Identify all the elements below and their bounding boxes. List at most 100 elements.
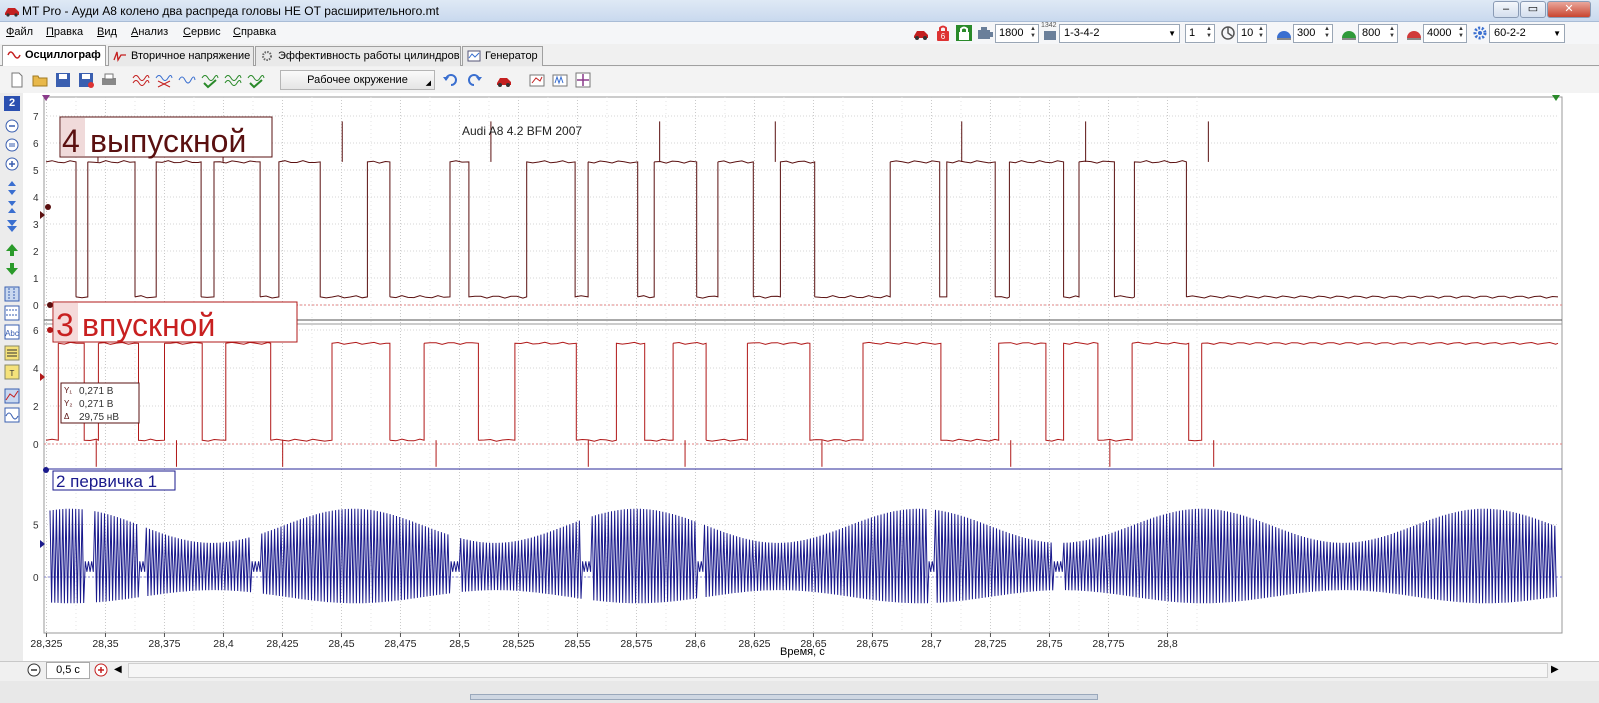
- car-profile-icon[interactable]: [495, 71, 513, 89]
- lock-red-icon[interactable]: 6: [934, 24, 952, 42]
- cylinder-spinner[interactable]: 1 ▲ ▼: [1185, 24, 1215, 43]
- environment-dropdown[interactable]: Рабочее окружение ◢: [280, 70, 435, 90]
- arrow-up-icon[interactable]: [4, 242, 20, 258]
- menu-view[interactable]: Вид: [97, 26, 117, 38]
- x-tick-label: 28,375: [148, 638, 180, 650]
- stretch-vertical-icon[interactable]: [4, 180, 20, 196]
- timebase-plus-icon[interactable]: [94, 663, 108, 677]
- timebase-minus-icon[interactable]: [27, 663, 41, 677]
- engine-rpm-icon: [978, 27, 993, 39]
- cursor-y1-value: 0,271 В: [79, 386, 114, 397]
- param-10-spinner[interactable]: 10 ▲ ▼: [1237, 24, 1267, 43]
- channel1-digit: 4: [62, 123, 80, 159]
- tab-secondary-voltage[interactable]: Вторичное напряжение: [108, 46, 254, 66]
- zoom-in-icon[interactable]: [4, 156, 20, 172]
- channel-wave-2-icon[interactable]: [155, 71, 173, 89]
- spinner-arrows-icon[interactable]: ▲ ▼: [1457, 26, 1465, 41]
- spinner-arrows-icon[interactable]: ▲ ▼: [1323, 26, 1331, 41]
- channel1-zero-marker[interactable]: [47, 302, 53, 308]
- timebase-value[interactable]: 0,5 с: [46, 662, 90, 679]
- gear-icon[interactable]: [1471, 24, 1489, 42]
- zoom-reset-icon[interactable]: [4, 137, 20, 153]
- spinner-arrows-icon[interactable]: ▲ ▼: [1257, 26, 1265, 41]
- channel-wave-6-icon[interactable]: [247, 71, 265, 89]
- channel2-marker[interactable]: [47, 327, 53, 333]
- move-down-icon[interactable]: [4, 218, 20, 234]
- text-label-icon[interactable]: Abc: [4, 324, 20, 340]
- scroll-left-icon[interactable]: ◀: [114, 664, 122, 675]
- plot-annotation: Audi A8 4.2 BFM 2007: [462, 124, 582, 138]
- svg-text:6: 6: [941, 32, 946, 41]
- text-size-icon[interactable]: T: [4, 364, 20, 380]
- tooth-wheel-dropdown[interactable]: 60-2-2 ▼: [1489, 24, 1565, 43]
- param-300-spinner[interactable]: 300 ▲ ▼: [1293, 24, 1333, 43]
- arrow-down-icon[interactable]: [4, 261, 20, 277]
- overview-scrollbar[interactable]: [470, 694, 1098, 700]
- menu-help[interactable]: Справка: [233, 26, 276, 38]
- undo-icon[interactable]: [442, 71, 460, 89]
- graph-mode-2-icon[interactable]: [4, 407, 20, 423]
- oscilloscope-plot-area[interactable]: 76543210 6420 50 28,325 28,35 28,375 28,4 28…: [23, 93, 1599, 661]
- menu-edit[interactable]: Правка: [46, 26, 83, 38]
- channel-wave-5-icon[interactable]: [224, 71, 242, 89]
- x-tick-label: 28,7: [921, 638, 942, 650]
- maximize-button[interactable]: ▭: [1520, 1, 1546, 18]
- spinner-arrows-icon[interactable]: ▲ ▼: [1205, 26, 1213, 41]
- zoom-fit-icon[interactable]: [574, 71, 592, 89]
- param-800-spinner[interactable]: 800 ▲ ▼: [1358, 24, 1398, 43]
- save-as-icon[interactable]: [77, 71, 95, 89]
- cursor-delta-value: 29,75 нВ: [79, 412, 119, 423]
- scroll-right-icon[interactable]: ▶: [1551, 664, 1559, 675]
- x-tick-label: 28,625: [738, 638, 770, 650]
- save-icon[interactable]: [54, 71, 72, 89]
- param-4000-spinner[interactable]: 4000 ▲ ▼: [1423, 24, 1467, 43]
- channel-number-badge[interactable]: 2: [4, 96, 20, 111]
- y-tick-label: 2: [33, 402, 39, 413]
- tab-label: Вторичное напряжение: [131, 50, 251, 62]
- tab-generator[interactable]: Генератор: [462, 46, 543, 66]
- minimize-button[interactable]: –: [1493, 1, 1519, 18]
- menu-file[interactable]: Файл: [6, 26, 33, 38]
- redo-icon[interactable]: [465, 71, 483, 89]
- rpm-spinner[interactable]: 1800 ▲ ▼: [995, 24, 1039, 43]
- menu-service[interactable]: Сервис: [183, 26, 221, 38]
- channel1-marker[interactable]: [45, 204, 51, 210]
- y-tick-label: 0: [33, 440, 39, 451]
- menu-analysis[interactable]: Анализ: [131, 26, 168, 38]
- compress-vertical-icon[interactable]: [4, 199, 20, 215]
- x-tick-label: 28,575: [620, 638, 652, 650]
- channel3-marker[interactable]: [43, 467, 49, 473]
- tab-label: Эффективность работы цилиндров: [278, 50, 460, 62]
- graph-mode-icon[interactable]: [4, 388, 20, 404]
- channel-wave-1-icon[interactable]: [132, 71, 150, 89]
- lock-green-icon[interactable]: [955, 24, 973, 42]
- firing-order-dropdown[interactable]: 1-3-4-2 ▼: [1059, 24, 1180, 43]
- spinner-arrows-icon[interactable]: ▲ ▼: [1388, 26, 1396, 41]
- x-tick-label: 28,45: [328, 638, 354, 650]
- tab-oscilloscope[interactable]: Осциллограф: [2, 45, 106, 66]
- open-folder-icon[interactable]: [31, 71, 49, 89]
- channel-wave-3-icon[interactable]: [178, 71, 196, 89]
- car-icon[interactable]: [912, 24, 930, 42]
- cursor-horizontal-icon[interactable]: [4, 305, 20, 321]
- zoom-out-icon[interactable]: [4, 118, 20, 134]
- oscilloscope-svg[interactable]: 76543210 6420 50 28,325 28,35 28,375 28,4 28…: [23, 93, 1599, 661]
- horizontal-scrollbar[interactable]: [128, 663, 1548, 678]
- spinner-arrows-icon[interactable]: ▲ ▼: [1029, 26, 1037, 41]
- y-tick-label: 4: [33, 364, 39, 375]
- measure-icon[interactable]: [528, 71, 546, 89]
- cursor-vertical-icon[interactable]: [4, 286, 20, 302]
- channel-wave-4-icon[interactable]: [201, 71, 219, 89]
- tab-cylinder-efficiency[interactable]: Эффективность работы цилиндров: [255, 46, 461, 66]
- tab-bar: Осциллограф Вторичное напряжение Эффекти…: [0, 45, 1599, 66]
- scale-icon[interactable]: [4, 345, 20, 361]
- tab-label: Генератор: [485, 50, 538, 62]
- cursor-delta-icon: Δ: [64, 412, 70, 421]
- close-button[interactable]: ✕: [1547, 1, 1591, 18]
- y-tick-label: 5: [33, 166, 39, 177]
- print-icon[interactable]: [100, 71, 118, 89]
- new-file-icon[interactable]: [8, 71, 26, 89]
- spectrum-icon[interactable]: [551, 71, 569, 89]
- param-800-value: 800: [1362, 27, 1381, 39]
- y-tick-label: 0: [33, 301, 39, 312]
